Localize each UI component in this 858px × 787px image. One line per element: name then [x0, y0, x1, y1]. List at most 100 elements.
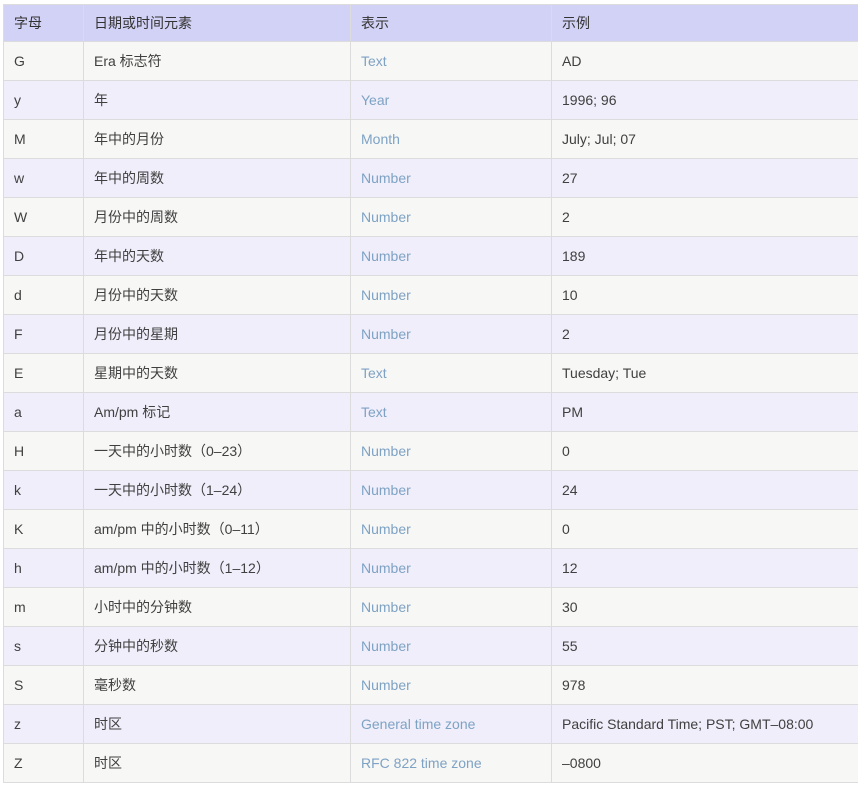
presentation-cell: Number — [351, 510, 552, 549]
element-cell: 年中的天数 — [84, 237, 351, 276]
presentation-cell: Number — [351, 159, 552, 198]
element-cell: 星期中的天数 — [84, 354, 351, 393]
element-cell: 月份中的周数 — [84, 198, 351, 237]
element-cell: 年中的周数 — [84, 159, 351, 198]
datetime-pattern-table: 字母 日期或时间元素 表示 示例 GEra 标志符TextADy年Year199… — [3, 4, 858, 783]
element-cell: 小时中的分钟数 — [84, 588, 351, 627]
presentation-cell: Number — [351, 627, 552, 666]
page: 字母 日期或时间元素 表示 示例 GEra 标志符TextADy年Year199… — [0, 0, 858, 787]
letter-cell: S — [4, 666, 84, 705]
element-cell: 时区 — [84, 705, 351, 744]
element-cell: am/pm 中的小时数（0–11） — [84, 510, 351, 549]
element-cell: 月份中的星期 — [84, 315, 351, 354]
presentation-cell: Text — [351, 42, 552, 81]
example-cell: 0 — [552, 510, 858, 549]
example-cell: Pacific Standard Time; PST; GMT–08:00 — [552, 705, 858, 744]
element-cell: 月份中的天数 — [84, 276, 351, 315]
presentation-cell: Number — [351, 471, 552, 510]
element-cell: Am/pm 标记 — [84, 393, 351, 432]
header-row: 字母 日期或时间元素 表示 示例 — [4, 5, 858, 42]
example-cell: AD — [552, 42, 858, 81]
example-cell: 24 — [552, 471, 858, 510]
element-cell: 年中的月份 — [84, 120, 351, 159]
header-letter: 字母 — [4, 5, 84, 42]
example-cell: PM — [552, 393, 858, 432]
table-row: D年中的天数Number189 — [4, 237, 858, 276]
presentation-cell: Number — [351, 276, 552, 315]
table-row: s分钟中的秒数Number55 — [4, 627, 858, 666]
presentation-cell: Number — [351, 666, 552, 705]
letter-cell: h — [4, 549, 84, 588]
letter-cell: Z — [4, 744, 84, 783]
presentation-cell: Number — [351, 315, 552, 354]
example-cell: 10 — [552, 276, 858, 315]
presentation-cell: Number — [351, 237, 552, 276]
letter-cell: D — [4, 237, 84, 276]
table-row: H一天中的小时数（0–23）Number0 — [4, 432, 858, 471]
letter-cell: M — [4, 120, 84, 159]
letter-cell: w — [4, 159, 84, 198]
table-row: k一天中的小时数（1–24）Number24 — [4, 471, 858, 510]
table-row: S毫秒数Number978 — [4, 666, 858, 705]
table-row: y年Year1996; 96 — [4, 81, 858, 120]
letter-cell: F — [4, 315, 84, 354]
presentation-cell: Number — [351, 198, 552, 237]
table-row: Kam/pm 中的小时数（0–11）Number0 — [4, 510, 858, 549]
element-cell: 分钟中的秒数 — [84, 627, 351, 666]
example-cell: 55 — [552, 627, 858, 666]
element-cell: 毫秒数 — [84, 666, 351, 705]
table-row: M年中的月份MonthJuly; Jul; 07 — [4, 120, 858, 159]
presentation-cell: Number — [351, 432, 552, 471]
table-row: aAm/pm 标记TextPM — [4, 393, 858, 432]
presentation-cell: Month — [351, 120, 552, 159]
example-cell: 30 — [552, 588, 858, 627]
table-row: Z时区RFC 822 time zone–0800 — [4, 744, 858, 783]
letter-cell: H — [4, 432, 84, 471]
example-cell: 12 — [552, 549, 858, 588]
example-cell: Tuesday; Tue — [552, 354, 858, 393]
example-cell: 2 — [552, 198, 858, 237]
example-cell: 0 — [552, 432, 858, 471]
table-body: GEra 标志符TextADy年Year1996; 96M年中的月份MonthJ… — [4, 42, 858, 783]
letter-cell: y — [4, 81, 84, 120]
presentation-cell: Number — [351, 588, 552, 627]
element-cell: 时区 — [84, 744, 351, 783]
element-cell: Era 标志符 — [84, 42, 351, 81]
element-cell: 一天中的小时数（1–24） — [84, 471, 351, 510]
header-example: 示例 — [552, 5, 858, 42]
table-row: F月份中的星期Number2 — [4, 315, 858, 354]
presentation-cell: Text — [351, 393, 552, 432]
letter-cell: m — [4, 588, 84, 627]
table-row: w年中的周数Number27 — [4, 159, 858, 198]
example-cell: 2 — [552, 315, 858, 354]
table-row: ham/pm 中的小时数（1–12）Number12 — [4, 549, 858, 588]
presentation-cell: RFC 822 time zone — [351, 744, 552, 783]
example-cell: 189 — [552, 237, 858, 276]
letter-cell: s — [4, 627, 84, 666]
letter-cell: G — [4, 42, 84, 81]
example-cell: 27 — [552, 159, 858, 198]
table-row: m小时中的分钟数Number30 — [4, 588, 858, 627]
letter-cell: k — [4, 471, 84, 510]
header-presentation: 表示 — [351, 5, 552, 42]
example-cell: July; Jul; 07 — [552, 120, 858, 159]
example-cell: –0800 — [552, 744, 858, 783]
element-cell: 年 — [84, 81, 351, 120]
letter-cell: a — [4, 393, 84, 432]
example-cell: 978 — [552, 666, 858, 705]
letter-cell: E — [4, 354, 84, 393]
header-element: 日期或时间元素 — [84, 5, 351, 42]
table-row: GEra 标志符TextAD — [4, 42, 858, 81]
letter-cell: z — [4, 705, 84, 744]
presentation-cell: General time zone — [351, 705, 552, 744]
table-row: E星期中的天数TextTuesday; Tue — [4, 354, 858, 393]
table-row: W月份中的周数Number2 — [4, 198, 858, 237]
presentation-cell: Year — [351, 81, 552, 120]
example-cell: 1996; 96 — [552, 81, 858, 120]
table-row: d月份中的天数Number10 — [4, 276, 858, 315]
element-cell: am/pm 中的小时数（1–12） — [84, 549, 351, 588]
letter-cell: W — [4, 198, 84, 237]
letter-cell: K — [4, 510, 84, 549]
table-row: z时区General time zonePacific Standard Tim… — [4, 705, 858, 744]
letter-cell: d — [4, 276, 84, 315]
